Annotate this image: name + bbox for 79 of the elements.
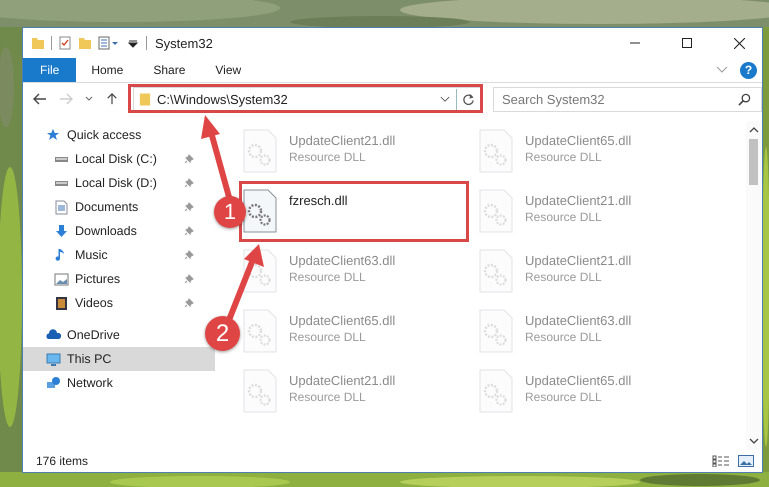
file-type: Resource DLL: [289, 390, 367, 404]
picture-icon: [54, 272, 69, 286]
star-icon: [46, 128, 61, 142]
gear-file-icon[interactable]: [243, 189, 277, 233]
folder-icon[interactable]: [78, 36, 92, 50]
window-title: System32: [155, 36, 213, 50]
file-type: Resource DLL: [525, 150, 603, 164]
pin-icon[interactable]: [184, 250, 194, 260]
sidebar-label: This PC: [67, 352, 112, 366]
help-button[interactable]: ?: [740, 62, 757, 78]
sidebar-label: Music: [75, 248, 109, 262]
file-type: Resource DLL: [289, 270, 367, 284]
file-type: Resource DLL: [289, 330, 367, 344]
maximize-icon: [682, 38, 692, 48]
checklist-icon[interactable]: [58, 36, 72, 50]
scrollbar[interactable]: [746, 121, 761, 450]
file-name[interactable]: fzresch.dll: [289, 193, 348, 208]
ribbon-tab[interactable]: Share: [138, 58, 200, 82]
details-view-icon[interactable]: [712, 455, 730, 467]
sidebar-label: Network: [67, 376, 114, 390]
back-arrow-icon[interactable]: [33, 93, 47, 105]
scroll-down-icon[interactable]: [748, 438, 758, 444]
up-arrow-icon[interactable]: [105, 93, 119, 105]
pin-icon[interactable]: [184, 298, 194, 308]
sidebar-item[interactable]: Downloads: [23, 219, 198, 243]
pin-icon[interactable]: [184, 154, 194, 164]
sidebar-item[interactable]: Quick access: [23, 123, 198, 147]
film-icon: [54, 296, 69, 310]
folder-icon[interactable]: [31, 36, 45, 50]
minimize-icon: [630, 42, 640, 44]
ribbon-tab[interactable]: Home: [76, 58, 138, 82]
pin-icon[interactable]: [184, 178, 194, 188]
properties-icon[interactable]: [98, 36, 120, 50]
drive-icon: [54, 180, 69, 186]
document-icon: [54, 200, 69, 214]
sidebar-item[interactable]: OneDrive: [23, 323, 198, 347]
file-type: Resource DLL: [525, 270, 603, 284]
sidebar-label: OneDrive: [67, 328, 121, 342]
ribbon-tab[interactable]: File: [23, 58, 76, 82]
file-type: Resource DLL: [289, 150, 367, 164]
sidebar-label: Downloads: [75, 224, 138, 238]
folder-icon: [139, 92, 151, 106]
pin-icon[interactable]: [184, 226, 194, 236]
sidebar-item[interactable]: Videos: [23, 291, 198, 315]
sidebar-item[interactable]: Pictures: [23, 267, 198, 291]
address-path: C:\Windows\System32: [157, 92, 289, 106]
down-arrow-icon: [54, 224, 69, 238]
address-bar[interactable]: C:\Windows\System32: [133, 86, 481, 112]
close-icon: [734, 38, 744, 48]
sidebar-label: Quick access: [67, 128, 142, 142]
chevron-down-icon[interactable]: [440, 96, 450, 102]
large-icons-view-icon[interactable]: [738, 455, 754, 467]
refresh-icon[interactable]: [462, 92, 475, 106]
sidebar-label: Pictures: [75, 272, 122, 286]
sidebar-item[interactable]: Documents: [23, 195, 198, 219]
sidebar-item[interactable]: Local Disk (D:): [23, 171, 198, 195]
pin-icon[interactable]: [184, 202, 194, 212]
sidebar-label: Local Disk (D:): [75, 176, 158, 190]
search-field[interactable]: Search System32: [493, 86, 762, 112]
forward-arrow-icon[interactable]: [59, 93, 73, 105]
file-type: Resource DLL: [525, 330, 603, 344]
scroll-up-icon[interactable]: [748, 127, 758, 133]
file-type: Resource DLL: [525, 390, 603, 404]
sidebar-item[interactable]: Network: [23, 371, 198, 395]
pin-icon[interactable]: [184, 274, 194, 284]
monitor-icon: [46, 352, 61, 366]
chevron-down-icon[interactable]: [85, 96, 93, 102]
sidebar-label: Documents: [75, 200, 140, 214]
scroll-thumb[interactable]: [749, 139, 758, 185]
file-type: Resource DLL: [525, 210, 603, 224]
sidebar-label: Local Disk (C:): [75, 152, 158, 166]
sidebar-item[interactable]: Music: [23, 243, 198, 267]
item-count: 176 items: [36, 454, 88, 468]
sidebar-item[interactable]: Local Disk (C:): [23, 147, 198, 171]
sidebar-item[interactable]: This PC: [23, 347, 215, 371]
drive-icon: [54, 156, 69, 162]
sidebar-label: Videos: [75, 296, 114, 310]
network-icon: [46, 376, 61, 390]
ribbon-tab[interactable]: View: [200, 58, 256, 82]
